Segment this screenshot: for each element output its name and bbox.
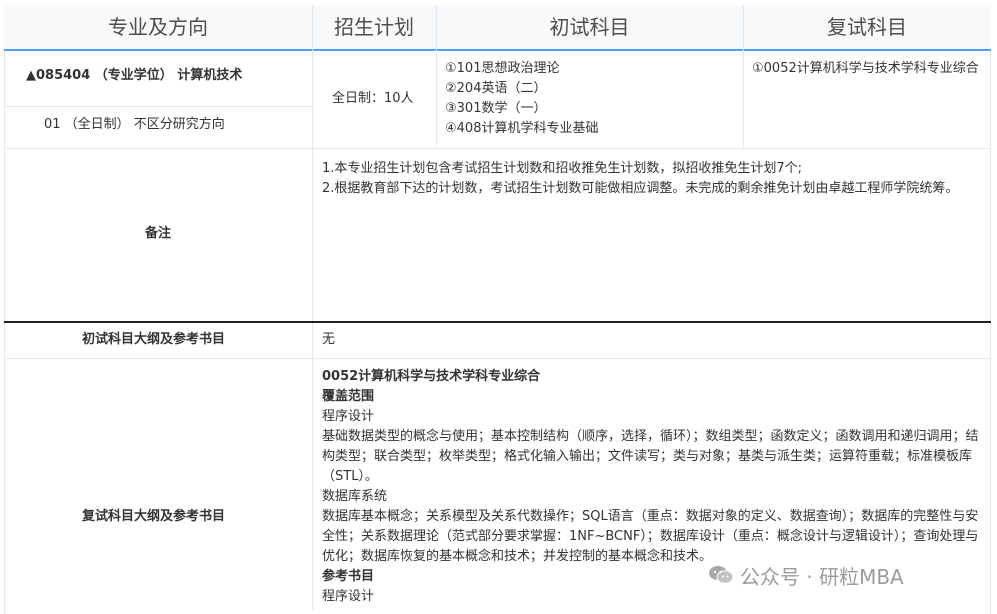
divider <box>312 5 313 610</box>
program-direction: 01 （全日制） 不区分研究方向 <box>44 117 225 132</box>
notes-line-2: 2.根据教育部下达的计划数，考试招生计划数可能做相应调整。未完成的剩余推免计划由… <box>322 181 959 196</box>
program-title: ▲085404 （专业学位） 计算机技术 <box>26 68 243 83</box>
initial-outline-value: 无 <box>322 332 336 347</box>
divider <box>4 358 991 359</box>
section-body-programming: 基础数据类型的概念与使用；基本控制结构（顺序，选择，循环）；数组类型；函数定义；… <box>322 429 979 484</box>
retest-outline-label: 复试科目大纲及参考书目 <box>82 509 226 524</box>
initial-outline-label: 初试科目大纲及参考书目 <box>82 332 226 347</box>
retest-outline-title: 0052计算机科学与技术学科专业综合 <box>322 369 541 384</box>
watermark-text: 公众号 · 研粒MBA <box>740 564 904 589</box>
divider <box>4 148 991 149</box>
divider <box>743 5 744 148</box>
list-item: ①101思想政治理论 <box>445 61 560 76</box>
section-divider <box>4 321 991 323</box>
section-title-database: 数据库系统 <box>322 489 388 504</box>
watermark: 公众号 · 研粒MBA <box>708 560 904 590</box>
section-body-database: 数据库基本概念；关系模型及关系代数操作；SQL语言（重点：数据对象的定义、数据查… <box>322 509 979 564</box>
enrollment-plan: 全日制：10人 <box>332 91 414 106</box>
coverage-heading: 覆盖范围 <box>322 389 375 404</box>
divider <box>4 106 312 107</box>
reference-heading: 参考书目 <box>322 569 375 584</box>
reference-first-item: 程序设计 <box>322 589 375 604</box>
table-header: 专业及方向 招生计划 初试科目 复试科目 <box>4 5 991 51</box>
header-major: 专业及方向 <box>108 15 208 39</box>
wechat-icon <box>709 566 734 584</box>
notes-line-1: 1.本专业招生计划包含考试招生计划数和招收推免生计划数，拟招收推免生计划7个; <box>322 161 803 176</box>
section-title-programming: 程序设计 <box>322 409 375 424</box>
list-item: ③301数学（一） <box>445 101 547 116</box>
retest-subject: ①0052计算机科学与技术学科专业综合 <box>752 61 979 76</box>
divider <box>436 5 437 148</box>
notes-label: 备注 <box>145 226 172 241</box>
header-retest-subjects: 复试科目 <box>827 15 907 39</box>
header-initial-subjects: 初试科目 <box>549 15 630 39</box>
header-plan: 招生计划 <box>334 15 414 39</box>
list-item: ④408计算机学科专业基础 <box>445 121 599 136</box>
list-item: ②204英语（二） <box>445 81 547 96</box>
